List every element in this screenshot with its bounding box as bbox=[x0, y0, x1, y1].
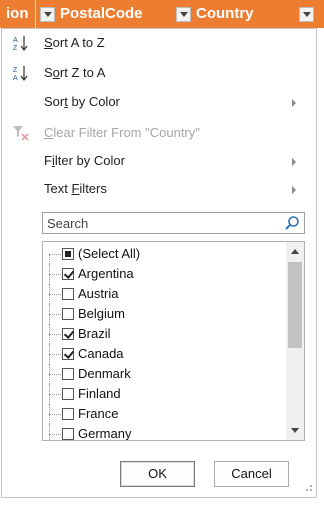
sort-by-color[interactable]: Sort by Color bbox=[2, 88, 316, 116]
list-item[interactable]: Brazil bbox=[43, 324, 283, 344]
filter-values-list: (Select All) Argentina Austria Belgium Brazi… bbox=[42, 241, 305, 441]
scroll-down-icon[interactable] bbox=[286, 422, 304, 440]
search-icon[interactable] bbox=[284, 215, 300, 231]
tree-branch bbox=[49, 354, 63, 355]
tree-branch bbox=[49, 414, 63, 415]
filter-by-color-label: Filter by Color bbox=[44, 153, 125, 168]
list-item-label: Argentina bbox=[78, 266, 134, 281]
list-item-label: Canada bbox=[78, 346, 124, 361]
svg-text:Z: Z bbox=[13, 67, 18, 74]
header-col-country: Country bbox=[196, 5, 254, 22]
text-filters[interactable]: Text Filters bbox=[2, 175, 316, 203]
tree-branch bbox=[49, 334, 63, 335]
country-filter-dropdown[interactable] bbox=[299, 7, 314, 22]
scroll-up-icon[interactable] bbox=[286, 242, 304, 260]
sort-z-to-a[interactable]: Z A Sort Z to A bbox=[2, 59, 316, 87]
chevron-right-icon bbox=[292, 186, 296, 194]
list-scrollbar[interactable] bbox=[286, 242, 304, 440]
tree-line bbox=[49, 424, 50, 440]
tree-branch bbox=[49, 434, 63, 435]
clear-filter-label: Clear Filter From "Country" bbox=[44, 125, 200, 140]
sort-a-to-z-label: Sort A to Z bbox=[44, 35, 105, 50]
filter-by-color[interactable]: Filter by Color bbox=[2, 147, 316, 175]
checkbox[interactable] bbox=[62, 368, 74, 380]
checkbox[interactable] bbox=[62, 288, 74, 300]
column-header-row: ion PostalCode Country bbox=[0, 0, 324, 28]
svg-text:A: A bbox=[13, 37, 18, 44]
tree-branch bbox=[49, 314, 63, 315]
list-item-label: France bbox=[78, 406, 119, 421]
header-col-partial: ion bbox=[6, 5, 29, 22]
checkbox[interactable] bbox=[62, 428, 74, 440]
list-item-label: (Select All) bbox=[78, 246, 141, 261]
resize-grip-icon[interactable] bbox=[304, 485, 312, 493]
checkbox[interactable] bbox=[62, 308, 74, 320]
text-filters-label: Text Filters bbox=[44, 181, 107, 196]
ok-button[interactable]: OK bbox=[120, 461, 195, 487]
sort-by-color-label: Sort by Color bbox=[44, 94, 120, 109]
sort-z-to-a-label: Sort Z to A bbox=[44, 65, 106, 80]
list-item-label: Belgium bbox=[78, 306, 125, 321]
list-item-label: Brazil bbox=[78, 326, 111, 341]
tree-branch bbox=[49, 254, 63, 255]
list-item[interactable]: Denmark bbox=[43, 364, 283, 384]
search-box bbox=[42, 212, 305, 234]
tree-branch bbox=[49, 394, 63, 395]
checkbox[interactable] bbox=[62, 348, 74, 360]
list-item[interactable]: France bbox=[43, 404, 283, 424]
tree-line bbox=[49, 254, 50, 264]
checkbox[interactable] bbox=[62, 408, 74, 420]
list-item[interactable]: Germany bbox=[43, 424, 283, 441]
list-item-label: Finland bbox=[78, 386, 121, 401]
clear-filter: Clear Filter From "Country" bbox=[2, 119, 316, 147]
sort-a-to-z[interactable]: A Z Sort A to Z bbox=[2, 29, 316, 57]
sort-descending-icon: Z A bbox=[13, 66, 28, 82]
list-item-label: Denmark bbox=[78, 366, 131, 381]
autofilter-menu: A Z Sort A to Z Z A Sort Z to A Sort by … bbox=[1, 28, 317, 498]
list-item[interactable]: (Select All) bbox=[43, 244, 283, 264]
checkbox[interactable] bbox=[62, 388, 74, 400]
clear-filter-icon bbox=[13, 126, 29, 141]
list-item[interactable]: Austria bbox=[43, 284, 283, 304]
list-item[interactable]: Canada bbox=[43, 344, 283, 364]
postalcode-dropdown-arrow[interactable] bbox=[176, 7, 191, 22]
search-input[interactable] bbox=[43, 213, 273, 233]
postalcode-filter-dropdown[interactable] bbox=[40, 7, 55, 22]
svg-text:A: A bbox=[13, 75, 18, 82]
chevron-right-icon bbox=[292, 158, 296, 166]
list-item-label: Austria bbox=[78, 286, 119, 301]
list-item-label: Germany bbox=[78, 426, 132, 441]
chevron-right-icon bbox=[292, 99, 296, 107]
checkbox[interactable] bbox=[62, 328, 74, 340]
header-separator bbox=[35, 0, 36, 28]
scroll-thumb[interactable] bbox=[288, 262, 302, 348]
checkbox[interactable] bbox=[62, 248, 74, 260]
list-item[interactable]: Finland bbox=[43, 384, 283, 404]
cancel-button[interactable]: Cancel bbox=[214, 461, 289, 487]
tree-branch bbox=[49, 274, 63, 275]
list-item[interactable]: Argentina bbox=[43, 264, 283, 284]
tree-branch bbox=[49, 374, 63, 375]
header-col-postalcode: PostalCode bbox=[60, 5, 143, 22]
sort-ascending-icon: A Z bbox=[13, 36, 28, 52]
checkbox[interactable] bbox=[62, 268, 74, 280]
tree-branch bbox=[49, 294, 63, 295]
svg-text:Z: Z bbox=[13, 45, 18, 52]
list-item[interactable]: Belgium bbox=[43, 304, 283, 324]
